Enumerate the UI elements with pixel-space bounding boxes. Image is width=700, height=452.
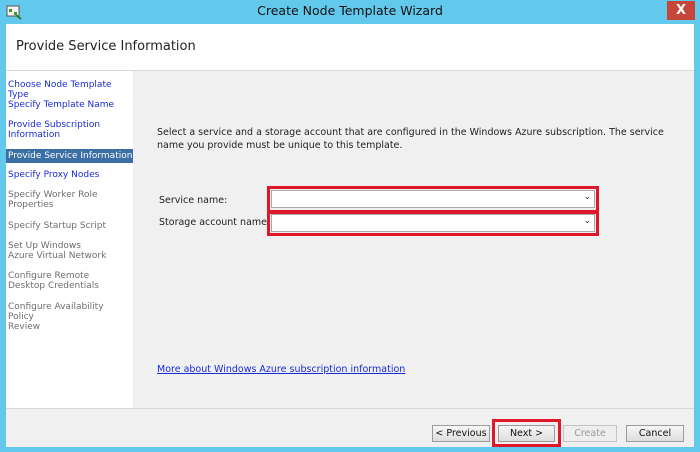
close-button[interactable]: X	[667, 1, 695, 20]
next-button[interactable]: Next >	[498, 425, 555, 442]
service-name-label: Service name:	[159, 195, 228, 206]
step-label: Review	[8, 322, 41, 332]
step-label: Set Up Windows Azure Virtual Network	[8, 241, 107, 261]
wizard-steps-sidebar: Choose Node Template Type Specify Templa…	[6, 71, 133, 408]
step-set-up-virtual-network: Set Up Windows Azure Virtual Network	[8, 241, 108, 261]
step-specify-startup-script: Specify Startup Script	[8, 221, 131, 231]
previous-button[interactable]: < Previous	[432, 425, 490, 442]
wizard-window: Create Node Template Wizard X Provide Se…	[0, 0, 700, 452]
step-specify-template-name[interactable]: Specify Template Name	[8, 100, 131, 110]
wizard-client: Provide Service Information Choose Node …	[6, 24, 694, 447]
cancel-button[interactable]: Cancel	[626, 425, 684, 442]
step-label: Specify Startup Script	[8, 221, 106, 231]
chevron-down-icon[interactable]: ⌄	[583, 216, 591, 226]
step-choose-node-template-type[interactable]: Choose Node Template Type	[8, 80, 131, 100]
instructions-text: Select a service and a storage account t…	[157, 127, 664, 151]
page-header: Provide Service Information	[6, 24, 694, 71]
step-label: Provide Subscription Information	[8, 120, 101, 140]
chevron-down-icon[interactable]: ⌄	[583, 192, 591, 202]
window-title: Create Node Template Wizard	[257, 3, 443, 18]
more-info-link[interactable]: More about Windows Azure subscription in…	[157, 364, 405, 375]
wizard-footer: < Previous Next > Create Cancel	[6, 408, 694, 447]
step-configure-availability-policy: Configure Availability Policy	[8, 302, 131, 322]
step-label: Provide Service Information	[8, 151, 133, 161]
main-panel: Select a service and a storage account t…	[133, 71, 694, 408]
step-label: Specify Proxy Nodes	[8, 170, 100, 180]
page-title: Provide Service Information	[16, 39, 196, 54]
step-provide-subscription-information[interactable]: Provide Subscription Information	[8, 120, 118, 140]
step-label: Specify Template Name	[8, 100, 115, 110]
step-specify-proxy-nodes[interactable]: Specify Proxy Nodes	[8, 170, 131, 180]
title-bar[interactable]: Create Node Template Wizard X	[0, 0, 700, 24]
step-provide-service-information[interactable]: Provide Service Information	[6, 149, 133, 163]
step-specify-worker-role-properties: Specify Worker Role Properties	[8, 190, 103, 210]
storage-account-combobox[interactable]: ⌄	[271, 214, 595, 232]
step-label: Choose Node Template Type	[8, 80, 112, 100]
step-label: Configure Availability Policy	[8, 302, 104, 322]
service-name-combobox[interactable]: ⌄	[271, 190, 595, 208]
storage-account-label: Storage account name:	[159, 217, 271, 228]
step-configure-remote-desktop: Configure Remote Desktop Credentials	[8, 271, 120, 291]
step-label: Specify Worker Role Properties	[8, 190, 98, 210]
create-button: Create	[563, 425, 617, 442]
step-label: Configure Remote Desktop Credentials	[8, 271, 99, 291]
step-review: Review	[8, 322, 131, 332]
